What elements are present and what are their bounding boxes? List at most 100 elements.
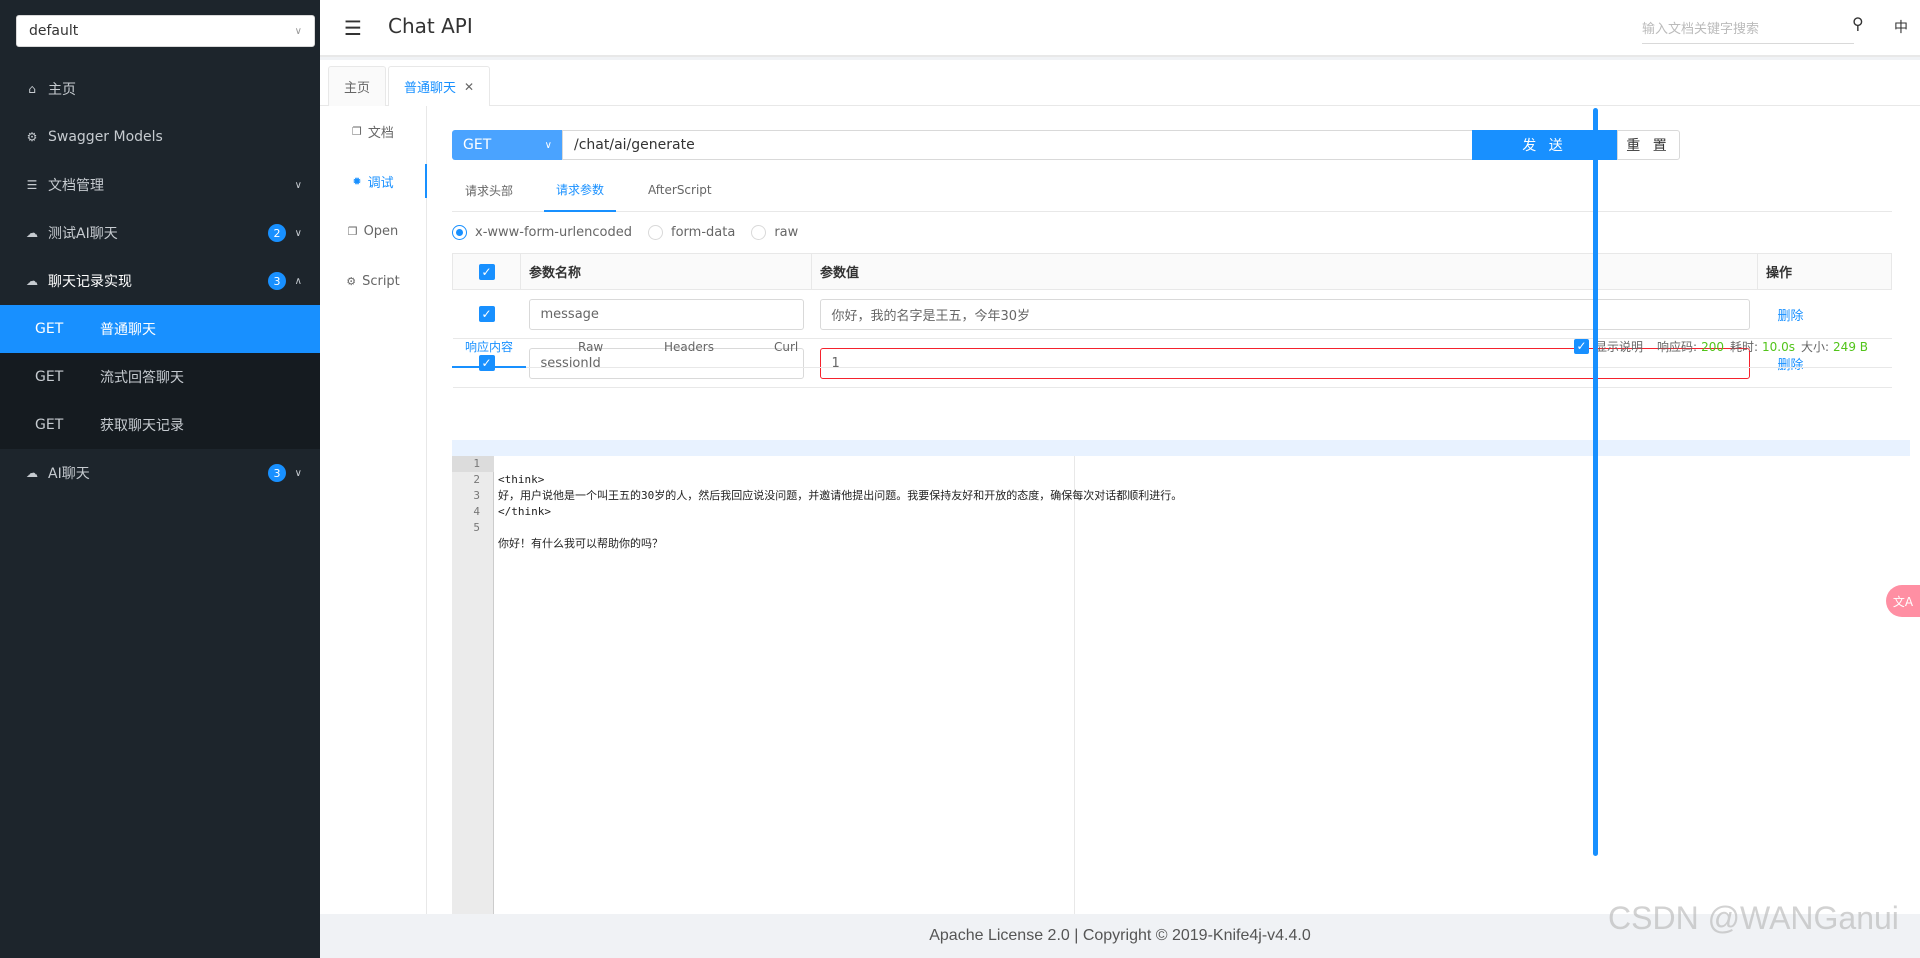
sidebar-subitem-normal-chat[interactable]: GET 普通聊天 bbox=[0, 305, 320, 353]
sidebar-subitem-get-history[interactable]: GET 获取聊天记录 bbox=[0, 401, 320, 449]
radio-label: form-data bbox=[671, 224, 736, 240]
cloud-icon: ☁ bbox=[26, 274, 38, 288]
tab-response-raw[interactable]: Raw bbox=[578, 326, 603, 368]
header-param-value: 参数值 bbox=[811, 253, 1758, 290]
search-input[interactable]: 输入文档关键字搜索 bbox=[1642, 14, 1854, 44]
language-switch[interactable]: 中 bbox=[1894, 17, 1908, 37]
line-number: 5 bbox=[473, 521, 480, 534]
select-all-checkbox[interactable]: ✓ bbox=[478, 263, 495, 280]
file-icon: ❐ bbox=[347, 224, 358, 238]
side-tab-label: Script bbox=[362, 273, 400, 289]
sidebar-item-home[interactable]: ⌂ 主页 bbox=[0, 65, 320, 113]
line-text: 你好！有什么我可以帮助你的吗？ bbox=[498, 537, 663, 550]
side-tab-label: Open bbox=[363, 223, 399, 239]
side-tab-doc[interactable]: ❐ 文档 bbox=[320, 106, 426, 156]
show-desc-checkbox[interactable]: ✓ bbox=[1574, 339, 1589, 354]
tab-home[interactable]: 主页 bbox=[328, 66, 387, 106]
tab-after-script[interactable]: AfterScript bbox=[648, 168, 712, 212]
main-content: ❐ 文档 ✹ 调试 ❐ Open ⚙ Script GET ∨ /chat/ai… bbox=[320, 106, 1920, 914]
sidebar: default ∨ ⌂ 主页 ⚙ Swagger Models ☰ 文档管理 ∨… bbox=[0, 0, 320, 958]
row-checkbox[interactable]: ✓ bbox=[478, 306, 495, 322]
model-icon: ⚙ bbox=[26, 130, 38, 144]
radio-dot bbox=[452, 224, 467, 240]
cloud-icon: ☁ bbox=[26, 466, 38, 480]
code-line: 4 bbox=[452, 488, 1910, 518]
chevron-down-icon: ∨ bbox=[544, 139, 552, 151]
sidebar-item-label: 主页 bbox=[48, 82, 76, 98]
tab-response-content[interactable]: 响应内容 bbox=[452, 326, 527, 368]
method-select[interactable]: GET ∨ bbox=[452, 130, 562, 160]
radio-raw[interactable]: raw bbox=[751, 224, 799, 240]
sidebar-item-swagger-models[interactable]: ⚙ Swagger Models bbox=[0, 113, 320, 161]
count-badge: 2 bbox=[268, 224, 286, 242]
side-tab-label: 调试 bbox=[367, 175, 394, 191]
scrollbar[interactable] bbox=[1593, 108, 1598, 856]
side-tab-script[interactable]: ⚙ Script bbox=[320, 256, 426, 306]
url-input[interactable]: /chat/ai/generate bbox=[562, 130, 1475, 160]
tab-normal-chat[interactable]: 普通聊天 ✕ bbox=[388, 66, 491, 106]
chevron-down-icon: ∨ bbox=[294, 179, 302, 191]
status-code-value: 200 bbox=[1701, 339, 1724, 354]
watermark: CSDN @WANGanui bbox=[1608, 900, 1899, 936]
sidebar-item-chat-history[interactable]: ☁ 聊天记录实现 3 ∧ bbox=[0, 257, 320, 305]
translate-float-button[interactable]: 文A bbox=[1886, 585, 1920, 617]
sidebar-item-label: Swagger Models bbox=[48, 129, 163, 145]
select-all-cell: ✓ bbox=[452, 253, 521, 290]
tab-response-headers[interactable]: Headers bbox=[664, 326, 714, 368]
radio-dot bbox=[648, 224, 664, 240]
delete-link[interactable]: 删除 bbox=[1766, 309, 1804, 324]
header: ☰ Chat API 输入文档关键字搜索 ⚲ 中 bbox=[320, 0, 1920, 57]
code-line: 5 你好！有什么我可以帮助你的吗？ bbox=[452, 504, 1910, 550]
app-title: Chat API bbox=[388, 14, 473, 38]
code-line: 2 好，用户说他是一个叫王五的30岁的人，然后我回应说没问题，并邀请他提出问题。… bbox=[452, 456, 1910, 502]
param-value-input[interactable]: 你好，我的名字是王五，今年30岁 bbox=[819, 298, 1750, 330]
tab-request-params[interactable]: 请求参数 bbox=[544, 168, 617, 212]
sidebar-item-doc-manage[interactable]: ☰ 文档管理 ∨ bbox=[0, 161, 320, 209]
status-code-label: 响应码: bbox=[1657, 340, 1698, 354]
chevron-down-icon: ∨ bbox=[294, 467, 302, 479]
sidebar-item-label: 聊天记录实现 bbox=[48, 274, 132, 290]
size-label: 大小: bbox=[1801, 340, 1830, 354]
sidebar-item-test-ai-chat[interactable]: ☁ 测试AI聊天 2 ∨ bbox=[0, 209, 320, 257]
chevron-up-icon: ∧ bbox=[294, 275, 302, 287]
sidebar-subitem-stream-chat[interactable]: GET 流式回答聊天 bbox=[0, 353, 320, 401]
param-name-input[interactable]: message bbox=[528, 298, 804, 330]
reset-button[interactable]: 重 置 bbox=[1617, 130, 1680, 160]
time-value: 10.0s bbox=[1762, 339, 1795, 354]
body-type-radios: x-www-form-urlencoded form-data raw bbox=[452, 222, 814, 242]
radio-dot bbox=[751, 224, 767, 240]
count-badge: 3 bbox=[268, 272, 286, 290]
group-select[interactable]: default ∨ bbox=[16, 15, 315, 47]
chevron-down-icon: ∨ bbox=[294, 227, 302, 239]
menu-fold-icon[interactable]: ☰ bbox=[344, 16, 362, 40]
radio-urlencoded[interactable]: x-www-form-urlencoded bbox=[452, 224, 633, 240]
method-label: GET bbox=[35, 321, 64, 337]
home-icon: ⌂ bbox=[28, 82, 36, 96]
tab-request-headers[interactable]: 请求头部 bbox=[465, 168, 513, 212]
group-select-value: default bbox=[29, 23, 79, 39]
response-tabs: 响应内容 Raw Headers Curl ✓ 显示说明 响应码: 200 耗时… bbox=[452, 326, 1892, 368]
radio-label: raw bbox=[774, 224, 799, 240]
sidebar-item-ai-chat[interactable]: ☁ AI聊天 3 ∨ bbox=[0, 449, 320, 497]
tab-bar: 主页 普通聊天 ✕ bbox=[320, 60, 1920, 106]
search-icon[interactable]: ⚲ bbox=[1852, 14, 1864, 33]
side-tab-open[interactable]: ❐ Open bbox=[320, 206, 426, 256]
method-label: GET bbox=[35, 369, 64, 385]
chevron-down-icon: ∨ bbox=[294, 25, 302, 37]
header-param-name: 参数名称 bbox=[520, 253, 812, 290]
response-editor[interactable]: 1 <think> 2 好，用户说他是一个叫王五的30岁的人，然后我回应说没问题… bbox=[452, 440, 1910, 914]
radio-form-data[interactable]: form-data bbox=[648, 224, 736, 240]
tab-response-curl[interactable]: Curl bbox=[774, 326, 798, 368]
doc-manage-icon: ☰ bbox=[26, 178, 38, 192]
close-icon[interactable]: ✕ bbox=[464, 80, 474, 94]
code-line: 1 <think> bbox=[452, 440, 1910, 486]
side-tabs: ❐ 文档 ✹ 调试 ❐ Open ⚙ Script bbox=[320, 106, 427, 914]
header-operation: 操作 bbox=[1757, 253, 1892, 290]
sidebar-item-label: 文档管理 bbox=[48, 178, 104, 194]
subitem-label: 普通聊天 bbox=[100, 322, 156, 338]
subitem-label: 获取聊天记录 bbox=[100, 418, 184, 434]
document-icon: ❐ bbox=[352, 124, 362, 138]
radio-label: x-www-form-urlencoded bbox=[475, 224, 633, 240]
side-tab-debug[interactable]: ✹ 调试 bbox=[320, 156, 427, 206]
code-line: 3 </think> bbox=[452, 472, 1910, 518]
